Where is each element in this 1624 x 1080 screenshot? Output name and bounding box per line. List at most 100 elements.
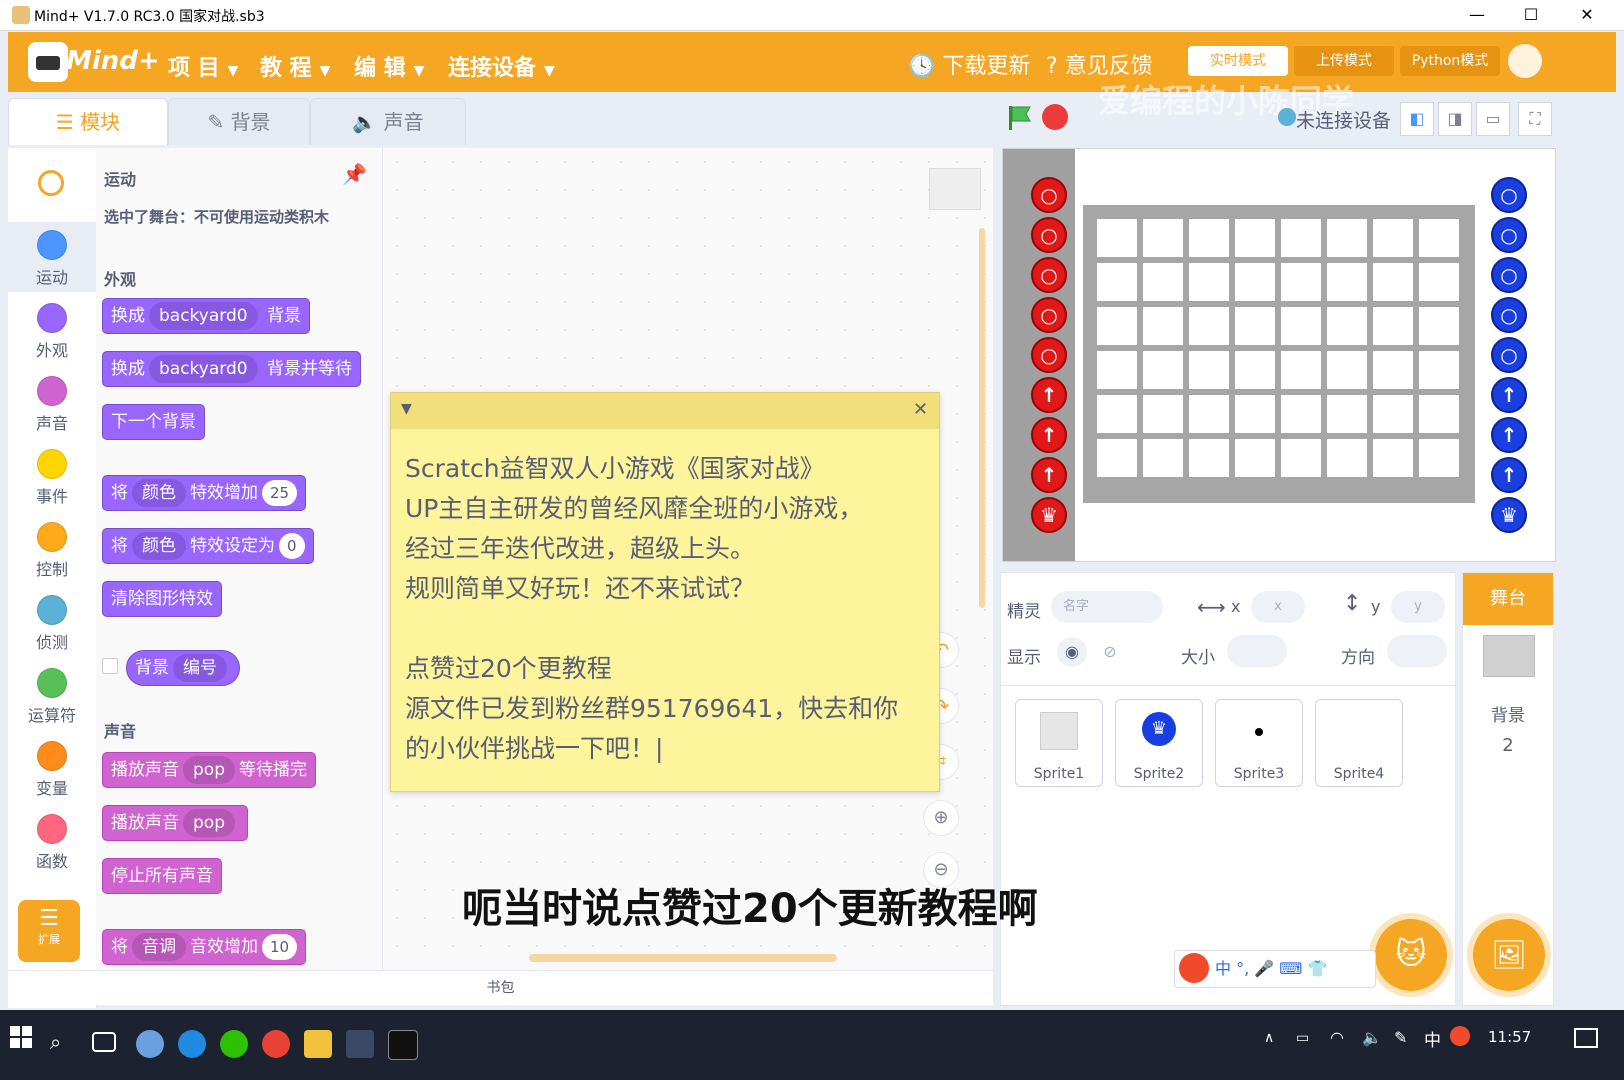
sprite-card[interactable]: Sprite4 bbox=[1315, 699, 1403, 787]
sprite-card[interactable]: Sprite1 bbox=[1015, 699, 1103, 787]
minimize-button[interactable]: — bbox=[1454, 0, 1500, 30]
block-play-sound-until-done[interactable]: 播放声音 pop 等待播完 bbox=[102, 752, 316, 788]
extension-button[interactable]: ☰ 扩展 bbox=[18, 900, 80, 962]
punctuation-icon[interactable]: °, bbox=[1236, 959, 1254, 978]
category-functions[interactable]: 函数 bbox=[8, 806, 96, 876]
wechat-icon[interactable] bbox=[220, 1030, 248, 1058]
keyboard-icon[interactable]: ⌨ bbox=[1279, 959, 1302, 978]
add-sprite-cat-icon[interactable]: 🐱 bbox=[1375, 919, 1447, 991]
mindplus-taskbar-icon[interactable] bbox=[346, 1030, 374, 1058]
x-input[interactable]: x bbox=[1251, 591, 1305, 623]
task-view-icon[interactable] bbox=[92, 1032, 116, 1052]
menu-project[interactable]: 项 目 ▼ bbox=[168, 50, 238, 82]
stage-canvas[interactable]: ○ ○ ○ ○ ○ ↑ ↑ ↑ ♛ ○ ○ ○ ○ ○ ↑ ↑ ↑ ♛ bbox=[1002, 148, 1556, 562]
download-update-button[interactable]: 🕓 下载更新 bbox=[908, 48, 1030, 80]
category-sensing[interactable]: 侦测 bbox=[8, 587, 96, 657]
battery-icon[interactable]: ▭ bbox=[1296, 1030, 1309, 1046]
block-stop-all-sounds[interactable]: 停止所有声音 bbox=[102, 858, 222, 894]
note-text[interactable]: Scratch益智双人小游戏《国家对战》 UP主自主研发的曾经风靡全班的小游戏，… bbox=[405, 449, 925, 769]
pen-icon[interactable]: ✎ bbox=[1394, 1028, 1407, 1047]
block-backdrop-number[interactable]: 背景 编号 bbox=[126, 650, 240, 686]
realtime-mode-toggle[interactable]: 实时模式 bbox=[1188, 46, 1288, 76]
category-control[interactable]: 控制 bbox=[8, 514, 96, 584]
search-icon[interactable]: ⌕ bbox=[50, 1030, 78, 1058]
upload-mode-toggle[interactable]: 上传模式 bbox=[1294, 46, 1394, 76]
category-variables[interactable]: 变量 bbox=[8, 733, 96, 803]
tray-chevron-icon[interactable]: ∧ bbox=[1264, 1030, 1274, 1046]
sprite-name-input[interactable]: 名字 bbox=[1051, 591, 1163, 623]
zoom-in-icon[interactable]: ⊕ bbox=[923, 800, 959, 836]
block-change-effect[interactable]: 将颜色 特效增加 25 bbox=[102, 475, 307, 511]
browser-icon[interactable] bbox=[136, 1030, 164, 1058]
tab-sounds[interactable]: 🔈 声音 bbox=[310, 98, 466, 145]
ime-toolbar[interactable]: 中 °, 🎤 ⌨ 👕 bbox=[1174, 950, 1376, 988]
block-clear-effects[interactable]: 清除图形特效 bbox=[102, 581, 222, 617]
block-play-sound[interactable]: 播放声音 pop bbox=[102, 805, 248, 841]
menu-tutorial[interactable]: 教 程 ▼ bbox=[260, 50, 330, 82]
category-motion[interactable]: 运动 bbox=[8, 222, 96, 292]
category-looks[interactable]: 外观 bbox=[8, 295, 96, 365]
ime-language[interactable]: 中 bbox=[1215, 959, 1231, 978]
comment-note[interactable]: ▼ ✕ Scratch益智双人小游戏《国家对战》 UP主自主研发的曾经风靡全班的… bbox=[390, 392, 940, 792]
wifi-icon[interactable]: ◠ bbox=[1330, 1028, 1344, 1047]
microphone-icon[interactable]: 🎤 bbox=[1254, 959, 1274, 978]
close-note-icon[interactable]: ✕ bbox=[913, 399, 928, 420]
block-palette: 运动 📌 选中了舞台：不可使用运动类积木 外观 换成 backyard0 背景 换… bbox=[96, 148, 383, 970]
maximize-button[interactable]: ☐ bbox=[1508, 0, 1554, 30]
horizontal-scrollbar[interactable] bbox=[529, 954, 837, 962]
taskbar-ime-language[interactable]: 中 bbox=[1424, 1026, 1441, 1051]
stop-icon[interactable] bbox=[1042, 104, 1068, 130]
file-explorer-icon[interactable] bbox=[304, 1030, 332, 1058]
hide-stage-icon[interactable]: ▭ bbox=[1476, 102, 1510, 136]
pin-icon[interactable]: 📌 bbox=[342, 162, 367, 186]
block-set-effect[interactable]: 将颜色 特效设定为 0 bbox=[102, 528, 314, 564]
category-events[interactable]: 事件 bbox=[8, 441, 96, 511]
menu-connect-device[interactable]: 连接设备 ▼ bbox=[448, 50, 555, 82]
note-header[interactable]: ▼ ✕ bbox=[391, 393, 939, 429]
collapse-caret-icon[interactable]: ▼ bbox=[401, 401, 412, 417]
edge-icon[interactable] bbox=[178, 1030, 206, 1058]
windows-start-icon[interactable] bbox=[10, 1026, 38, 1054]
notifications-icon[interactable] bbox=[1574, 1028, 1598, 1048]
close-window-button[interactable]: ✕ bbox=[1564, 0, 1610, 30]
block-change-pitch[interactable]: 将音调 音效增加 10 bbox=[102, 929, 307, 965]
capcut-icon[interactable] bbox=[388, 1030, 418, 1060]
clock-time[interactable]: 11:57 bbox=[1488, 1028, 1531, 1046]
volume-icon[interactable]: 🔈 bbox=[1362, 1028, 1382, 1047]
backpack-bar[interactable]: 书包 bbox=[8, 970, 993, 1005]
sogou-tray-icon[interactable] bbox=[1450, 1026, 1470, 1046]
reporter-checkbox[interactable] bbox=[102, 658, 118, 674]
y-input[interactable]: y bbox=[1391, 591, 1445, 623]
small-stage-layout-icon[interactable]: ◧ bbox=[1400, 102, 1434, 136]
vertical-scrollbar[interactable] bbox=[979, 228, 985, 608]
normal-stage-layout-icon[interactable]: ◨ bbox=[1438, 102, 1472, 136]
skin-icon[interactable]: 👕 bbox=[1307, 959, 1327, 978]
settings-gear-icon[interactable] bbox=[1508, 44, 1542, 78]
block-switch-backdrop-and-wait[interactable]: 换成 backyard0 背景并等待 bbox=[102, 351, 361, 387]
hide-eye-icon[interactable]: ⊘ bbox=[1095, 637, 1125, 667]
tab-backdrops[interactable]: ✎ 背景 bbox=[168, 98, 310, 145]
category-operators[interactable]: 运算符 bbox=[8, 660, 96, 730]
menu-edit[interactable]: 编 辑 ▼ bbox=[354, 50, 424, 82]
fullscreen-icon[interactable]: ⛶ bbox=[1518, 102, 1552, 136]
show-eye-icon[interactable]: ◉ bbox=[1057, 637, 1087, 667]
blue-arrow-token-icon: ↑ bbox=[1491, 377, 1527, 413]
vertical-arrows-icon: ↕ bbox=[1343, 591, 1362, 616]
stage-selector[interactable]: 舞台 背景 2 🖼 bbox=[1462, 572, 1554, 1006]
add-backdrop-icon[interactable]: 🖼 bbox=[1473, 919, 1545, 991]
extension-icon: ☰ bbox=[39, 906, 59, 931]
chrome-icon[interactable] bbox=[262, 1030, 290, 1058]
block-next-backdrop[interactable]: 下一个背景 bbox=[102, 404, 205, 440]
direction-input[interactable] bbox=[1387, 635, 1447, 667]
sprite-card[interactable]: ♛ Sprite2 bbox=[1115, 699, 1203, 787]
red-crown-token-icon: ♛ bbox=[1031, 497, 1067, 533]
search-icon[interactable] bbox=[38, 170, 64, 196]
green-flag-icon[interactable] bbox=[1006, 104, 1032, 132]
block-switch-backdrop[interactable]: 换成 backyard0 背景 bbox=[102, 298, 310, 334]
python-mode-toggle[interactable]: Python模式 bbox=[1400, 46, 1500, 76]
sprite-card[interactable]: Sprite3 bbox=[1215, 699, 1303, 787]
category-sound[interactable]: 声音 bbox=[8, 368, 96, 438]
tab-blocks[interactable]: ☰ 模块 bbox=[8, 98, 168, 145]
red-arrow-token-icon: ↑ bbox=[1031, 417, 1067, 453]
size-input[interactable] bbox=[1227, 635, 1287, 667]
